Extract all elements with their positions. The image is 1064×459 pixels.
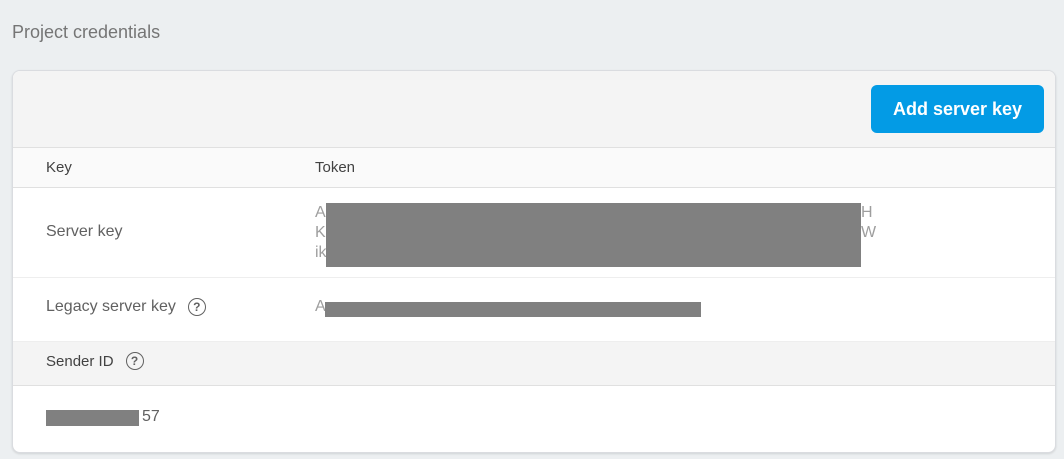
- server-key-redaction: [326, 203, 861, 267]
- server-key-label: Server key: [46, 223, 122, 241]
- token-line-2-end: W: [861, 224, 877, 241]
- card-toolbar: Add server key: [13, 71, 1055, 148]
- token-line-3-start: ik: [315, 244, 327, 261]
- legacy-server-key-label: Legacy server key ?: [46, 298, 206, 316]
- token-line-1-end: H: [861, 204, 873, 221]
- server-key-text: Server key: [46, 223, 123, 240]
- legacy-server-key-text: Legacy server key: [46, 298, 176, 315]
- sender-id-label: Sender ID ?: [46, 352, 144, 370]
- header-token: Token: [315, 159, 356, 176]
- add-server-key-button[interactable]: Add server key: [871, 85, 1044, 133]
- sender-id-redaction: [46, 410, 139, 426]
- header-key: Key: [46, 159, 72, 176]
- sender-id-header: Sender ID ?: [13, 342, 1055, 386]
- token-line-1-start: A: [315, 204, 326, 221]
- help-circle-icon[interactable]: ?: [187, 298, 206, 316]
- section-title: Project credentials: [12, 22, 161, 42]
- sender-id-suffix: 57: [142, 408, 160, 425]
- legacy-token-redaction: [325, 302, 701, 317]
- table-header: Key Token: [13, 148, 1055, 188]
- table-row-server-key: Server key A H K W ik: [13, 188, 1055, 278]
- token-line-2-start: K: [315, 224, 326, 241]
- sender-id-row: 57: [13, 386, 1055, 446]
- table-row-legacy-server-key: Legacy server key ? A: [13, 278, 1055, 342]
- credentials-card: Add server key Key Token Server key A H …: [12, 70, 1056, 453]
- help-circle-icon[interactable]: ?: [125, 352, 144, 370]
- sender-id-text: Sender ID: [46, 352, 114, 370]
- server-key-token[interactable]: A H K W ik: [315, 203, 877, 267]
